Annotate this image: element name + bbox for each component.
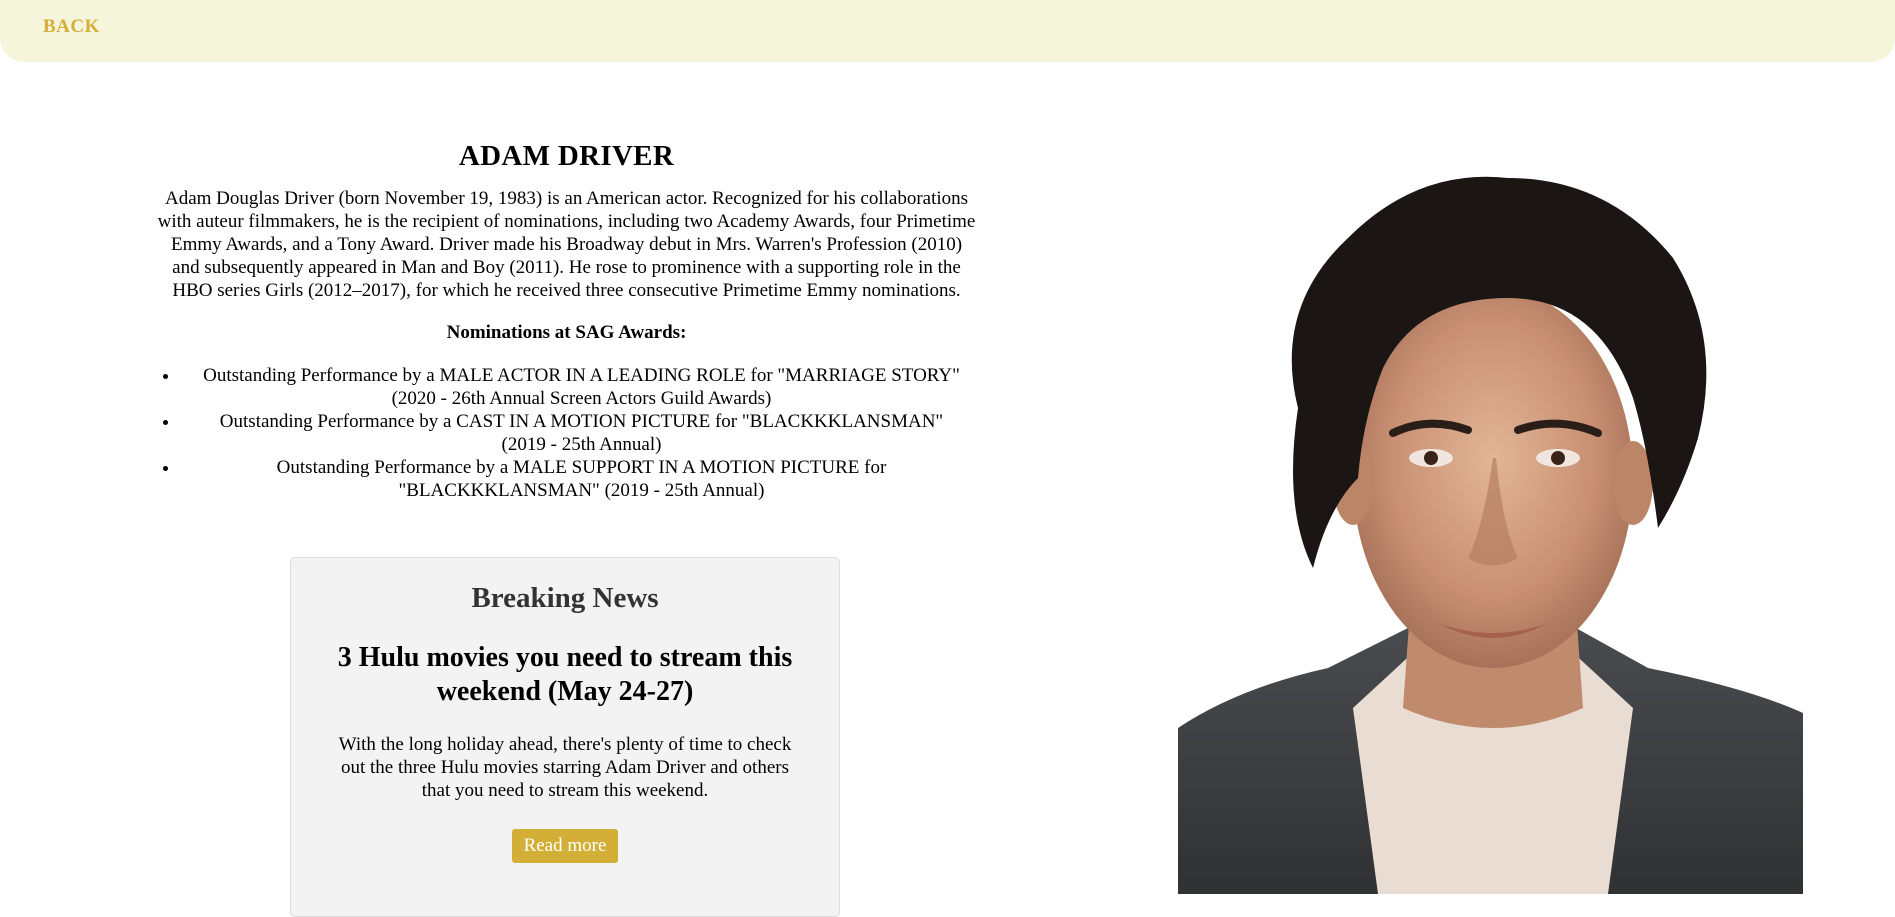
news-article-text: With the long holiday ahead, there's ple… <box>338 734 792 801</box>
nomination-item: Outstanding Performance by a CAST IN A M… <box>180 410 983 456</box>
actor-name-heading: ADAM DRIVER <box>458 140 675 172</box>
top-nav-bar: BACK <box>0 0 1895 62</box>
nominations-title: Nominations at SAG Awards: <box>446 322 687 343</box>
read-more-button[interactable]: Read more <box>511 829 619 863</box>
news-article-title: 3 Hulu movies you need to stream this we… <box>337 642 793 707</box>
news-heading: Breaking News <box>471 582 659 614</box>
nominations-list: Outstanding Performance by a MALE ACTOR … <box>150 364 983 502</box>
actor-bio: Adam Douglas Driver (born November 19, 1… <box>157 188 976 301</box>
actor-portrait-image <box>1178 148 1803 894</box>
back-link[interactable]: BACK <box>43 16 100 38</box>
nomination-item: Outstanding Performance by a MALE ACTOR … <box>180 364 983 410</box>
breaking-news-card: Breaking News 3 Hulu movies you need to … <box>290 557 840 917</box>
actor-info-section: ADAM DRIVER Adam Douglas Driver (born No… <box>150 118 983 502</box>
nomination-item: Outstanding Performance by a MALE SUPPOR… <box>180 456 983 502</box>
